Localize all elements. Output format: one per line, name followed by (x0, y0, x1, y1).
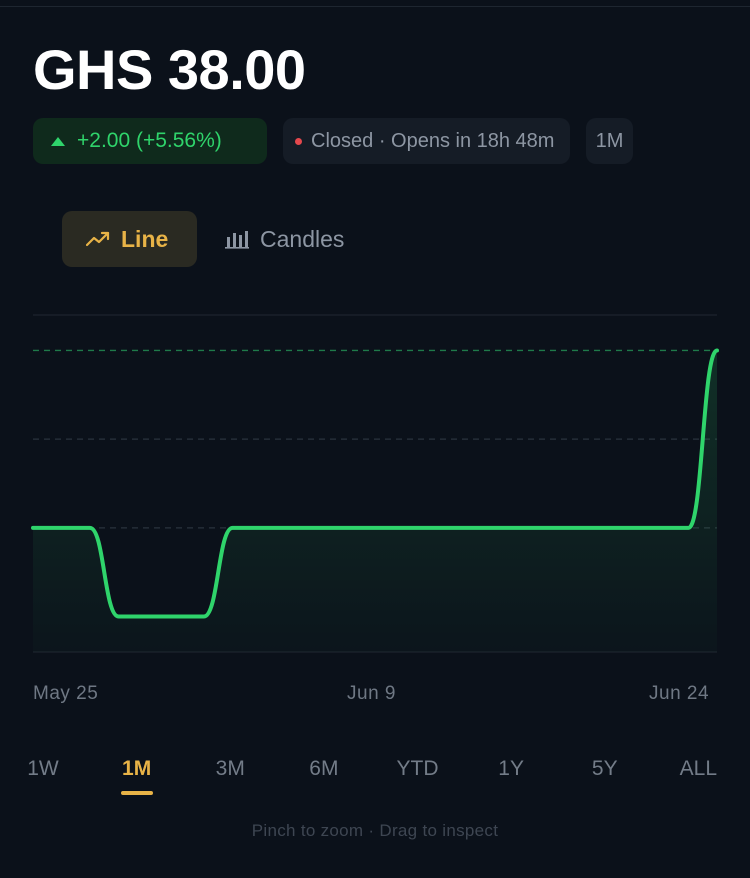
market-status-text: Closed · Opens in 18h 48m (311, 129, 555, 152)
x-axis-label-start: May 25 (33, 683, 99, 704)
range-badge-text: 1M (595, 129, 624, 152)
price-area-fill (33, 350, 717, 652)
price-chart[interactable] (0, 300, 750, 680)
range-button-ytd[interactable]: YTD (382, 752, 452, 786)
range-button-1w[interactable]: 1W (8, 752, 78, 786)
up-arrow-icon (51, 136, 65, 146)
time-range-selector: 1W 1M 3M 6M YTD 1Y 5Y ALL (27, 752, 717, 802)
x-axis-label-end: Jun 24 (649, 683, 710, 704)
price-chart-svg (31, 314, 719, 653)
range-button-label: 1W (27, 757, 59, 780)
range-button-label: YTD (396, 757, 439, 780)
trend-line-icon (86, 231, 110, 247)
top-divider (0, 6, 750, 7)
range-button-label: 3M (215, 757, 245, 780)
candles-mode-button[interactable]: Candles (225, 211, 344, 267)
range-button-label: 1M (122, 757, 152, 780)
chart-mode-toggle: Line Candles (62, 211, 344, 267)
range-button-label: ALL (679, 757, 718, 780)
range-button-6m[interactable]: 6M (289, 752, 359, 786)
range-button-label: 6M (309, 757, 339, 780)
price-change-badge: +2.00 (+5.56%) (33, 118, 267, 164)
quote-chips: +2.00 (+5.56%) Closed · Opens in 18h 48m… (33, 118, 633, 164)
range-button-1m[interactable]: 1M (102, 752, 172, 795)
price-change-text: +2.00 (+5.56%) (77, 129, 222, 152)
candles-mode-label: Candles (260, 225, 345, 252)
closed-dot-icon (295, 137, 302, 145)
range-button-label: 1Y (498, 757, 524, 780)
active-range-underline (120, 791, 153, 795)
market-status-badge: Closed · Opens in 18h 48m (283, 118, 570, 164)
range-button-label: 5Y (591, 757, 618, 780)
range-button-5y[interactable]: 5Y (570, 752, 640, 786)
range-button-all[interactable]: ALL (663, 752, 733, 786)
range-button-3m[interactable]: 3M (195, 752, 265, 786)
x-axis-label-mid: Jun 9 (347, 683, 396, 704)
line-mode-button[interactable]: Line (62, 211, 197, 267)
bar-chart-icon (225, 231, 249, 249)
range-button-1y[interactable]: 1Y (476, 752, 546, 786)
line-mode-label: Line (121, 225, 169, 252)
current-price: GHS 38.00 (33, 38, 306, 101)
range-badge: 1M (586, 118, 633, 164)
gesture-hint: Pinch to zoom · Drag to inspect (251, 821, 499, 840)
